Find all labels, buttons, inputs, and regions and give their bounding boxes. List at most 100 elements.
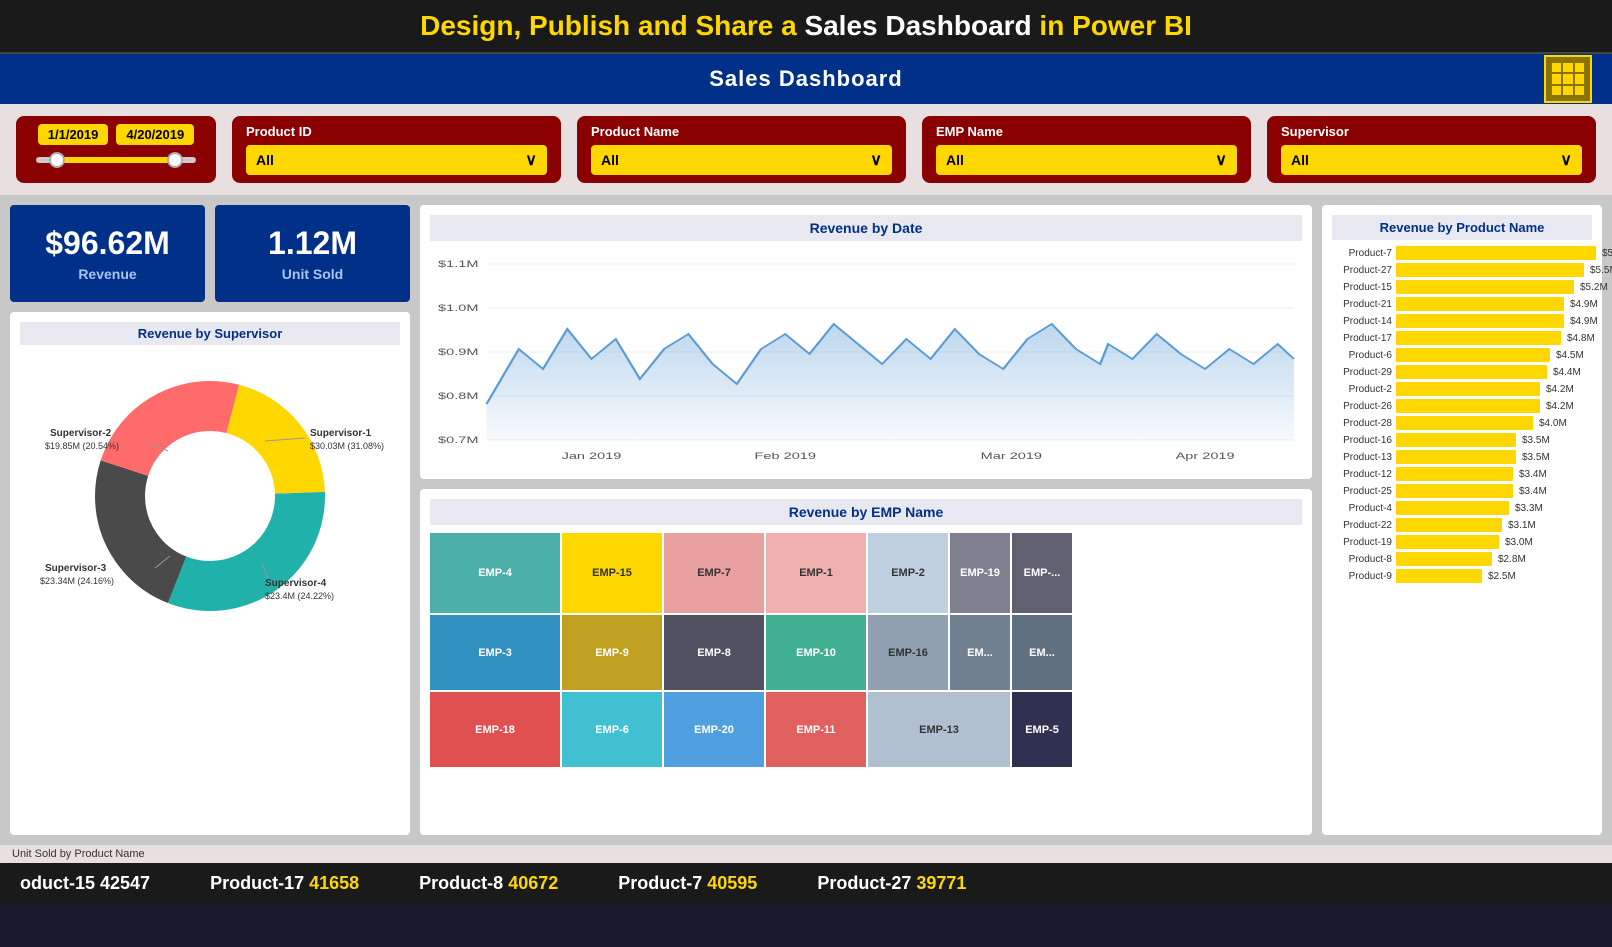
grid-cell <box>1552 63 1561 72</box>
emp-name-filter: EMP Name All ∨ <box>922 116 1251 183</box>
unit-sold-kpi: 1.12M Unit Sold <box>215 205 410 302</box>
bar-value: $2.8M <box>1498 554 1526 565</box>
supervisor-chevron: ∨ <box>1560 150 1572 170</box>
unit-sold-label: Unit Sold <box>282 266 343 282</box>
treemap-cell-emp5[interactable]: EMP-5 <box>1012 692 1072 767</box>
filters-row: 1/1/2019 4/20/2019 Product ID All ∨ Prod… <box>0 104 1612 195</box>
bar-value: $3.3M <box>1515 503 1543 514</box>
grid-icon[interactable] <box>1544 55 1592 103</box>
bar-row[interactable]: Product-26$4.2M <box>1332 399 1592 413</box>
bar-value: $4.4M <box>1553 367 1581 378</box>
bar-fill <box>1396 399 1540 413</box>
bar-chart-title: Revenue by Product Name <box>1332 215 1592 240</box>
slider-thumb-right[interactable] <box>167 152 183 168</box>
bar-fill <box>1396 314 1564 328</box>
bar-value: $3.4M <box>1519 469 1547 480</box>
label-sup3-val: $23.34M (24.16%) <box>40 576 114 586</box>
treemap-cell-emp18[interactable]: EMP-18 <box>430 692 560 767</box>
bar-fill <box>1396 518 1502 532</box>
bar-row[interactable]: Product-15$5.2M <box>1332 280 1592 294</box>
treemap-cell-emp19[interactable]: EMP-19 <box>950 533 1010 613</box>
treemap-cell-emp13[interactable]: EMP-13 <box>868 692 1010 767</box>
ticker-item-3: Product-7 40595 <box>618 873 757 894</box>
bar-row[interactable]: Product-7$5.9M <box>1332 246 1592 260</box>
treemap-cell-emp10[interactable]: EMP-10 <box>766 615 866 690</box>
bar-row[interactable]: Product-29$4.4M <box>1332 365 1592 379</box>
product-name-filter: Product Name All ∨ <box>577 116 906 183</box>
grid-cell <box>1563 74 1572 83</box>
bar-label: Product-21 <box>1332 299 1392 310</box>
bar-chart-rows: Product-7$5.9MProduct-27$5.5MProduct-15$… <box>1332 246 1592 583</box>
treemap-cell-emp4[interactable]: EMP-4 <box>430 533 560 613</box>
bar-fill <box>1396 450 1516 464</box>
treemap-cell-emp6[interactable]: EMP-6 <box>562 692 662 767</box>
bar-row[interactable]: Product-13$3.5M <box>1332 450 1592 464</box>
bar-fill <box>1396 297 1564 311</box>
bar-label: Product-22 <box>1332 520 1392 531</box>
product-id-select[interactable]: All ∨ <box>246 145 547 175</box>
emp-name-select[interactable]: All ∨ <box>936 145 1237 175</box>
bar-row[interactable]: Product-9$2.5M <box>1332 569 1592 583</box>
bar-fill <box>1396 552 1492 566</box>
treemap-cell-emp-misc1[interactable]: EMP-... <box>1012 533 1072 613</box>
product-name-value: All <box>601 152 619 168</box>
bar-row[interactable]: Product-6$4.5M <box>1332 348 1592 362</box>
bar-fill <box>1396 569 1482 583</box>
label-sup2-val: $19.85M (20.54%) <box>45 441 119 451</box>
bar-row[interactable]: Product-27$5.5M <box>1332 263 1592 277</box>
ticker-item-4: Product-27 39771 <box>817 873 966 894</box>
bar-label: Product-2 <box>1332 384 1392 395</box>
bar-row[interactable]: Product-4$3.3M <box>1332 501 1592 515</box>
bar-fill <box>1396 416 1533 430</box>
bar-label: Product-12 <box>1332 469 1392 480</box>
product-id-value: All <box>256 152 274 168</box>
svg-text:Apr 2019: Apr 2019 <box>1176 451 1235 461</box>
bar-row[interactable]: Product-21$4.9M <box>1332 297 1592 311</box>
treemap-cell-emp3[interactable]: EMP-3 <box>430 615 560 690</box>
line-chart-title: Revenue by Date <box>430 215 1302 241</box>
slider-thumb-left[interactable] <box>49 152 65 168</box>
bar-row[interactable]: Product-2$4.2M <box>1332 382 1592 396</box>
treemap-cell-emp16[interactable]: EMP-16 <box>868 615 948 690</box>
bar-row[interactable]: Product-28$4.0M <box>1332 416 1592 430</box>
treemap-cell-emp15[interactable]: EMP-15 <box>562 533 662 613</box>
treemap-cell-emp1[interactable]: EMP-1 <box>766 533 866 613</box>
ticker-item-0: oduct-15 42547 <box>20 873 150 894</box>
kpi-row: $96.62M Revenue 1.12M Unit Sold <box>10 205 410 302</box>
date-filter[interactable]: 1/1/2019 4/20/2019 <box>16 116 216 183</box>
treemap-cell-emp9[interactable]: EMP-9 <box>562 615 662 690</box>
bar-label: Product-15 <box>1332 282 1392 293</box>
label-sup4: Supervisor-4 <box>265 578 327 589</box>
treemap-cell-em1[interactable]: EM... <box>950 615 1010 690</box>
bar-label: Product-25 <box>1332 486 1392 497</box>
treemap-cell-emp2[interactable]: EMP-2 <box>868 533 948 613</box>
bar-value: $3.4M <box>1519 486 1547 497</box>
banner-title: Design, Publish and Share a Sales Dashbo… <box>0 10 1612 42</box>
top-banner: Design, Publish and Share a Sales Dashbo… <box>0 0 1612 54</box>
treemap-cell-emp8[interactable]: EMP-8 <box>664 615 764 690</box>
bar-label: Product-28 <box>1332 418 1392 429</box>
bar-row[interactable]: Product-8$2.8M <box>1332 552 1592 566</box>
revenue-label: Revenue <box>78 266 136 282</box>
donut-center <box>155 441 265 551</box>
treemap-grid: EMP-4 EMP-15 EMP-7 EMP-1 EMP-2 EMP-19 EM… <box>430 533 1302 771</box>
treemap-cell-emp20[interactable]: EMP-20 <box>664 692 764 767</box>
treemap-cell-emp7[interactable]: EMP-7 <box>664 533 764 613</box>
treemap-cell-em2[interactable]: EM... <box>1012 615 1072 690</box>
treemap-cell-emp11[interactable]: EMP-11 <box>766 692 866 767</box>
svg-text:$1.1M: $1.1M <box>438 259 478 269</box>
bar-row[interactable]: Product-16$3.5M <box>1332 433 1592 447</box>
bar-row[interactable]: Product-14$4.9M <box>1332 314 1592 328</box>
bar-fill <box>1396 331 1561 345</box>
date-slider-track[interactable] <box>36 157 196 163</box>
product-name-select[interactable]: All ∨ <box>591 145 892 175</box>
bar-label: Product-6 <box>1332 350 1392 361</box>
supervisor-select[interactable]: All ∨ <box>1281 145 1582 175</box>
bar-row[interactable]: Product-19$3.0M <box>1332 535 1592 549</box>
bar-row[interactable]: Product-17$4.8M <box>1332 331 1592 345</box>
bar-row[interactable]: Product-25 $3.4M <box>1332 484 1592 498</box>
svg-text:$0.9M: $0.9M <box>438 347 478 357</box>
product-id-label: Product ID <box>246 124 547 139</box>
bar-row[interactable]: Product-12 $3.4M <box>1332 467 1592 481</box>
bar-row[interactable]: Product-22$3.1M <box>1332 518 1592 532</box>
